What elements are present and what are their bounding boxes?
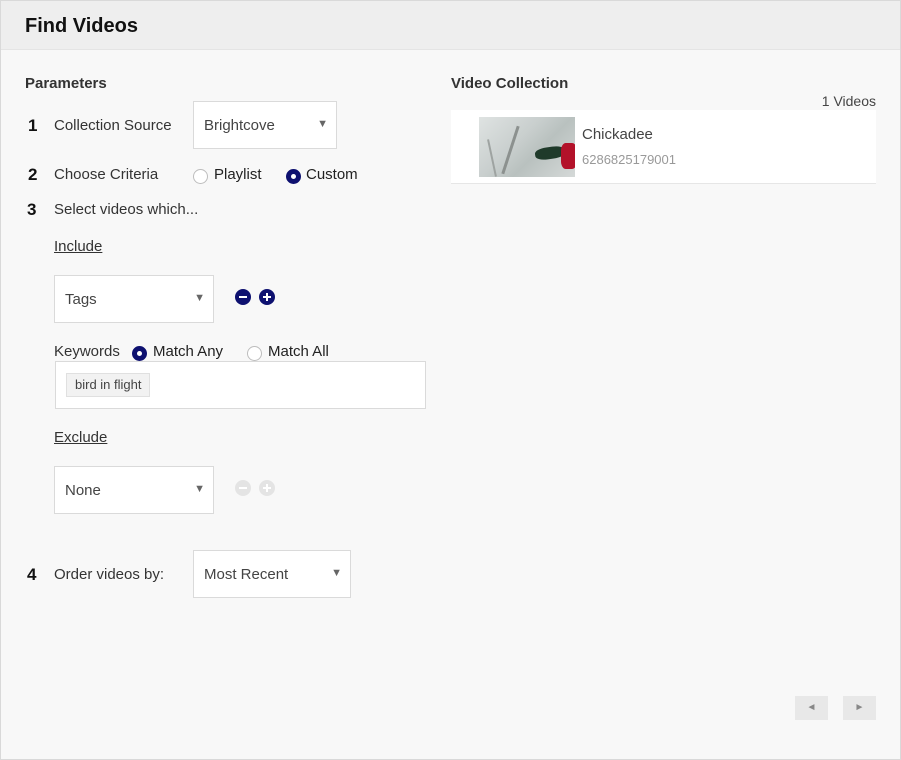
thumbnail-branch [501, 125, 520, 175]
plus-icon-vertical [266, 293, 268, 301]
select-videos-label: Select videos which... [54, 201, 199, 218]
video-count: 1 Videos [821, 93, 876, 109]
video-thumbnail [479, 117, 575, 177]
include-field-select[interactable]: Tags ▼ [54, 275, 214, 323]
thumbnail-branch [487, 139, 497, 177]
include-link[interactable]: Include [54, 238, 102, 255]
video-list-item[interactable]: Chickadee 6286825179001 [451, 110, 876, 184]
radio-playlist-label[interactable]: Playlist [214, 166, 262, 183]
step-number-1: 1 [28, 116, 38, 135]
keyword-tag[interactable]: bird in flight [66, 373, 151, 397]
radio-playlist[interactable] [193, 169, 208, 184]
remove-exclude-button[interactable] [235, 480, 251, 496]
video-collection-title: Video Collection [451, 75, 569, 92]
parameters-title: Parameters [25, 75, 107, 92]
exclude-field-select[interactable]: None ▼ [54, 466, 214, 514]
thumbnail-feeder [561, 143, 575, 169]
keywords-input[interactable]: bird in flight [55, 361, 426, 409]
step-number-3: 3 [27, 200, 37, 219]
chevron-down-icon: ▼ [317, 118, 328, 130]
step-number-4: 4 [27, 565, 37, 584]
chevron-down-icon: ▼ [331, 567, 342, 579]
include-field-value: Tags [65, 291, 97, 308]
collection-source-value: Brightcove [204, 117, 275, 134]
collection-source-label: Collection Source [54, 117, 172, 134]
chevron-down-icon: ▼ [194, 483, 205, 495]
remove-include-button[interactable] [235, 289, 251, 305]
add-exclude-button[interactable] [259, 480, 275, 496]
add-include-button[interactable] [259, 289, 275, 305]
exclude-field-value: None [65, 482, 101, 499]
exclude-link[interactable]: Exclude [54, 429, 107, 446]
radio-custom-label[interactable]: Custom [306, 166, 358, 183]
plus-icon-vertical [266, 484, 268, 492]
page-title: Find Videos [25, 15, 138, 37]
choose-criteria-label: Choose Criteria [54, 166, 159, 183]
order-videos-select[interactable]: Most Recent ▼ [193, 550, 351, 598]
order-videos-label: Order videos by: [54, 566, 165, 583]
next-page-button[interactable]: ► [843, 696, 876, 720]
video-id: 6286825179001 [582, 152, 676, 167]
radio-match-any[interactable] [132, 346, 147, 361]
next-arrow-icon: ► [854, 702, 865, 713]
header: Find Videos [1, 1, 900, 50]
minus-icon [239, 296, 247, 298]
chevron-down-icon: ▼ [194, 292, 205, 304]
radio-custom[interactable] [286, 169, 301, 184]
radio-match-all[interactable] [247, 346, 262, 361]
collection-source-select[interactable]: Brightcove ▼ [193, 101, 337, 149]
order-videos-value: Most Recent [204, 566, 289, 583]
prev-page-button[interactable]: ◄ [795, 696, 828, 720]
step-number-2: 2 [28, 165, 38, 184]
radio-match-all-label[interactable]: Match All [268, 343, 329, 360]
keywords-label: Keywords [54, 343, 120, 360]
minus-icon [239, 487, 247, 489]
radio-match-any-label[interactable]: Match Any [153, 343, 223, 360]
prev-arrow-icon: ◄ [806, 702, 817, 713]
video-title: Chickadee [582, 126, 653, 143]
